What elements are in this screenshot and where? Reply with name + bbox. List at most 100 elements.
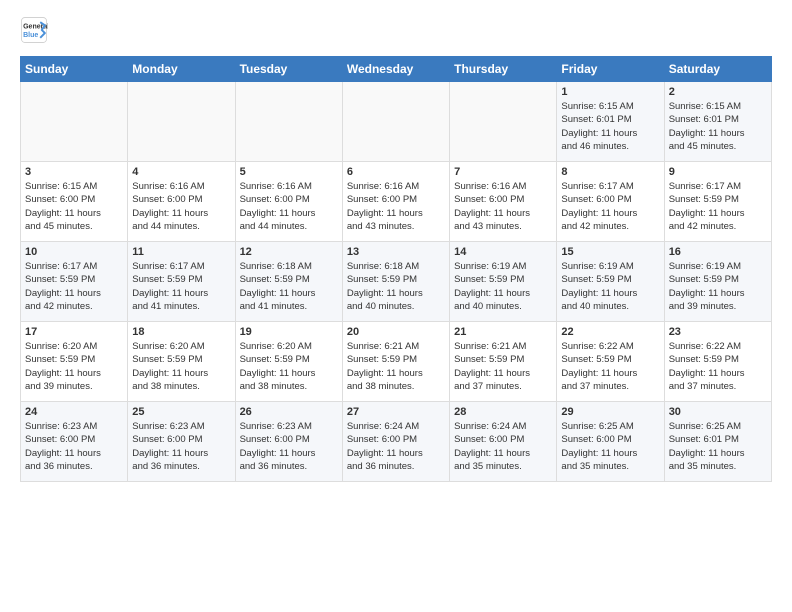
calendar-cell: 20Sunrise: 6:21 AMSunset: 5:59 PMDayligh…: [342, 322, 449, 402]
day-info-line: Daylight: 11 hours: [454, 287, 552, 300]
day-info-line: Daylight: 11 hours: [25, 447, 123, 460]
calendar-cell: 29Sunrise: 6:25 AMSunset: 6:00 PMDayligh…: [557, 402, 664, 482]
day-info-line: Sunset: 5:59 PM: [669, 193, 767, 206]
day-info-line: Sunrise: 6:21 AM: [347, 340, 445, 353]
day-info-line: Sunrise: 6:23 AM: [25, 420, 123, 433]
day-info-line: Sunrise: 6:20 AM: [240, 340, 338, 353]
calendar-cell: 22Sunrise: 6:22 AMSunset: 5:59 PMDayligh…: [557, 322, 664, 402]
day-info-line: Sunset: 5:59 PM: [669, 353, 767, 366]
day-info-line: and 36 minutes.: [132, 460, 230, 473]
day-info-line: and 37 minutes.: [454, 380, 552, 393]
day-number: 11: [132, 246, 230, 258]
day-info-line: and 41 minutes.: [132, 300, 230, 313]
day-info-line: Daylight: 11 hours: [561, 447, 659, 460]
day-info-line: and 42 minutes.: [669, 220, 767, 233]
day-info-line: Sunrise: 6:19 AM: [561, 260, 659, 273]
day-info-line: Daylight: 11 hours: [240, 367, 338, 380]
day-info-line: Daylight: 11 hours: [561, 367, 659, 380]
day-number: 27: [347, 406, 445, 418]
day-info-line: Sunset: 5:59 PM: [561, 273, 659, 286]
day-info-line: and 42 minutes.: [561, 220, 659, 233]
day-info-line: Sunset: 6:00 PM: [132, 433, 230, 446]
day-info-line: Daylight: 11 hours: [240, 447, 338, 460]
day-number: 9: [669, 166, 767, 178]
day-info-line: Daylight: 11 hours: [240, 207, 338, 220]
day-info-line: and 38 minutes.: [347, 380, 445, 393]
day-number: 24: [25, 406, 123, 418]
calendar-cell: 18Sunrise: 6:20 AMSunset: 5:59 PMDayligh…: [128, 322, 235, 402]
day-number: 28: [454, 406, 552, 418]
calendar-cell: 1Sunrise: 6:15 AMSunset: 6:01 PMDaylight…: [557, 82, 664, 162]
day-number: 1: [561, 86, 659, 98]
calendar-cell: 23Sunrise: 6:22 AMSunset: 5:59 PMDayligh…: [664, 322, 771, 402]
calendar-cell: [128, 82, 235, 162]
day-info-line: Sunset: 5:59 PM: [240, 353, 338, 366]
logo: General Blue: [20, 16, 52, 44]
day-info-line: Sunrise: 6:16 AM: [240, 180, 338, 193]
day-info-line: Sunset: 6:00 PM: [25, 193, 123, 206]
day-info-line: and 36 minutes.: [240, 460, 338, 473]
logo-icon: General Blue: [20, 16, 48, 44]
day-info-line: Sunset: 6:00 PM: [25, 433, 123, 446]
day-info-line: Sunrise: 6:19 AM: [454, 260, 552, 273]
day-info-line: and 42 minutes.: [25, 300, 123, 313]
day-info-line: Sunset: 6:01 PM: [669, 113, 767, 126]
day-info-line: Daylight: 11 hours: [669, 447, 767, 460]
day-info-line: and 39 minutes.: [669, 300, 767, 313]
day-info-line: Sunrise: 6:16 AM: [132, 180, 230, 193]
day-info-line: and 44 minutes.: [240, 220, 338, 233]
calendar-cell: 13Sunrise: 6:18 AMSunset: 5:59 PMDayligh…: [342, 242, 449, 322]
day-info-line: Sunrise: 6:24 AM: [454, 420, 552, 433]
day-info-line: Sunrise: 6:16 AM: [454, 180, 552, 193]
day-info-line: Daylight: 11 hours: [669, 207, 767, 220]
calendar-cell: [342, 82, 449, 162]
calendar-table: SundayMondayTuesdayWednesdayThursdayFrid…: [20, 56, 772, 482]
day-info-line: Sunset: 5:59 PM: [25, 353, 123, 366]
day-info-line: and 37 minutes.: [669, 380, 767, 393]
calendar-cell: 3Sunrise: 6:15 AMSunset: 6:00 PMDaylight…: [21, 162, 128, 242]
day-info-line: Daylight: 11 hours: [347, 207, 445, 220]
day-info-line: Daylight: 11 hours: [132, 367, 230, 380]
day-info-line: Sunset: 5:59 PM: [561, 353, 659, 366]
calendar-cell: [21, 82, 128, 162]
day-info-line: Sunrise: 6:19 AM: [669, 260, 767, 273]
calendar-cell: 5Sunrise: 6:16 AMSunset: 6:00 PMDaylight…: [235, 162, 342, 242]
day-info-line: and 38 minutes.: [132, 380, 230, 393]
calendar-cell: 7Sunrise: 6:16 AMSunset: 6:00 PMDaylight…: [450, 162, 557, 242]
calendar-cell: 28Sunrise: 6:24 AMSunset: 6:00 PMDayligh…: [450, 402, 557, 482]
day-info-line: Daylight: 11 hours: [561, 207, 659, 220]
day-info-line: Sunrise: 6:20 AM: [132, 340, 230, 353]
calendar-cell: 19Sunrise: 6:20 AMSunset: 5:59 PMDayligh…: [235, 322, 342, 402]
day-info-line: Daylight: 11 hours: [25, 207, 123, 220]
day-info-line: Sunset: 6:00 PM: [347, 433, 445, 446]
day-number: 25: [132, 406, 230, 418]
day-info-line: Sunrise: 6:22 AM: [669, 340, 767, 353]
calendar-cell: 17Sunrise: 6:20 AMSunset: 5:59 PMDayligh…: [21, 322, 128, 402]
day-info-line: Daylight: 11 hours: [25, 367, 123, 380]
day-info-line: Sunset: 6:00 PM: [347, 193, 445, 206]
day-info-line: Sunset: 5:59 PM: [454, 273, 552, 286]
day-info-line: Sunrise: 6:15 AM: [25, 180, 123, 193]
day-number: 14: [454, 246, 552, 258]
weekday-header-friday: Friday: [557, 57, 664, 82]
day-info-line: and 39 minutes.: [25, 380, 123, 393]
day-info-line: and 40 minutes.: [561, 300, 659, 313]
weekday-header-thursday: Thursday: [450, 57, 557, 82]
day-info-line: and 41 minutes.: [240, 300, 338, 313]
day-info-line: Daylight: 11 hours: [347, 367, 445, 380]
day-info-line: and 35 minutes.: [454, 460, 552, 473]
day-info-line: Sunset: 6:00 PM: [132, 193, 230, 206]
day-info-line: Sunset: 5:59 PM: [669, 273, 767, 286]
day-info-line: Sunset: 6:00 PM: [561, 193, 659, 206]
calendar-cell: 11Sunrise: 6:17 AMSunset: 5:59 PMDayligh…: [128, 242, 235, 322]
day-info-line: Daylight: 11 hours: [669, 287, 767, 300]
day-info-line: Daylight: 11 hours: [454, 447, 552, 460]
day-number: 23: [669, 326, 767, 338]
day-info-line: Daylight: 11 hours: [347, 287, 445, 300]
day-info-line: Sunrise: 6:15 AM: [561, 100, 659, 113]
day-number: 30: [669, 406, 767, 418]
day-number: 7: [454, 166, 552, 178]
calendar-cell: 2Sunrise: 6:15 AMSunset: 6:01 PMDaylight…: [664, 82, 771, 162]
day-info-line: and 37 minutes.: [561, 380, 659, 393]
day-info-line: Sunrise: 6:17 AM: [132, 260, 230, 273]
